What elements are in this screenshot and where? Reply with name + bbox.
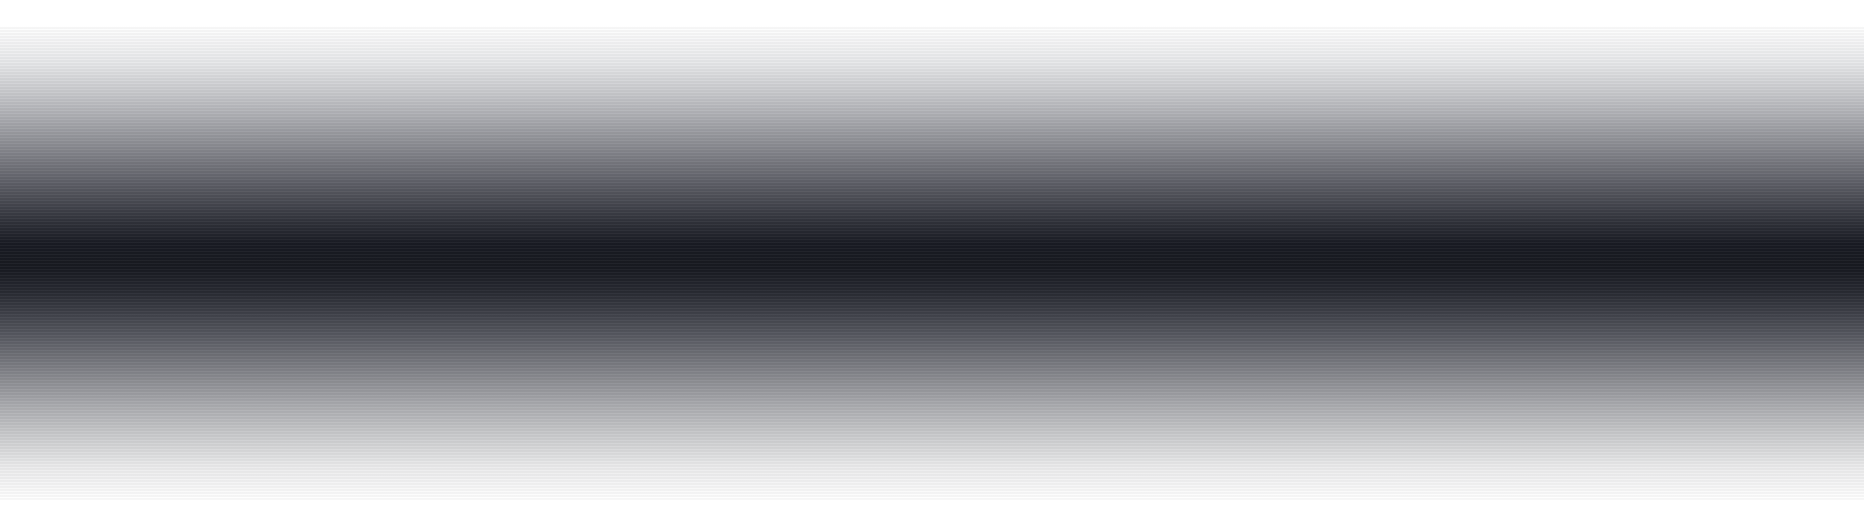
canvas (0, 0, 1864, 505)
horizontal-gradient-band (0, 26, 1864, 500)
